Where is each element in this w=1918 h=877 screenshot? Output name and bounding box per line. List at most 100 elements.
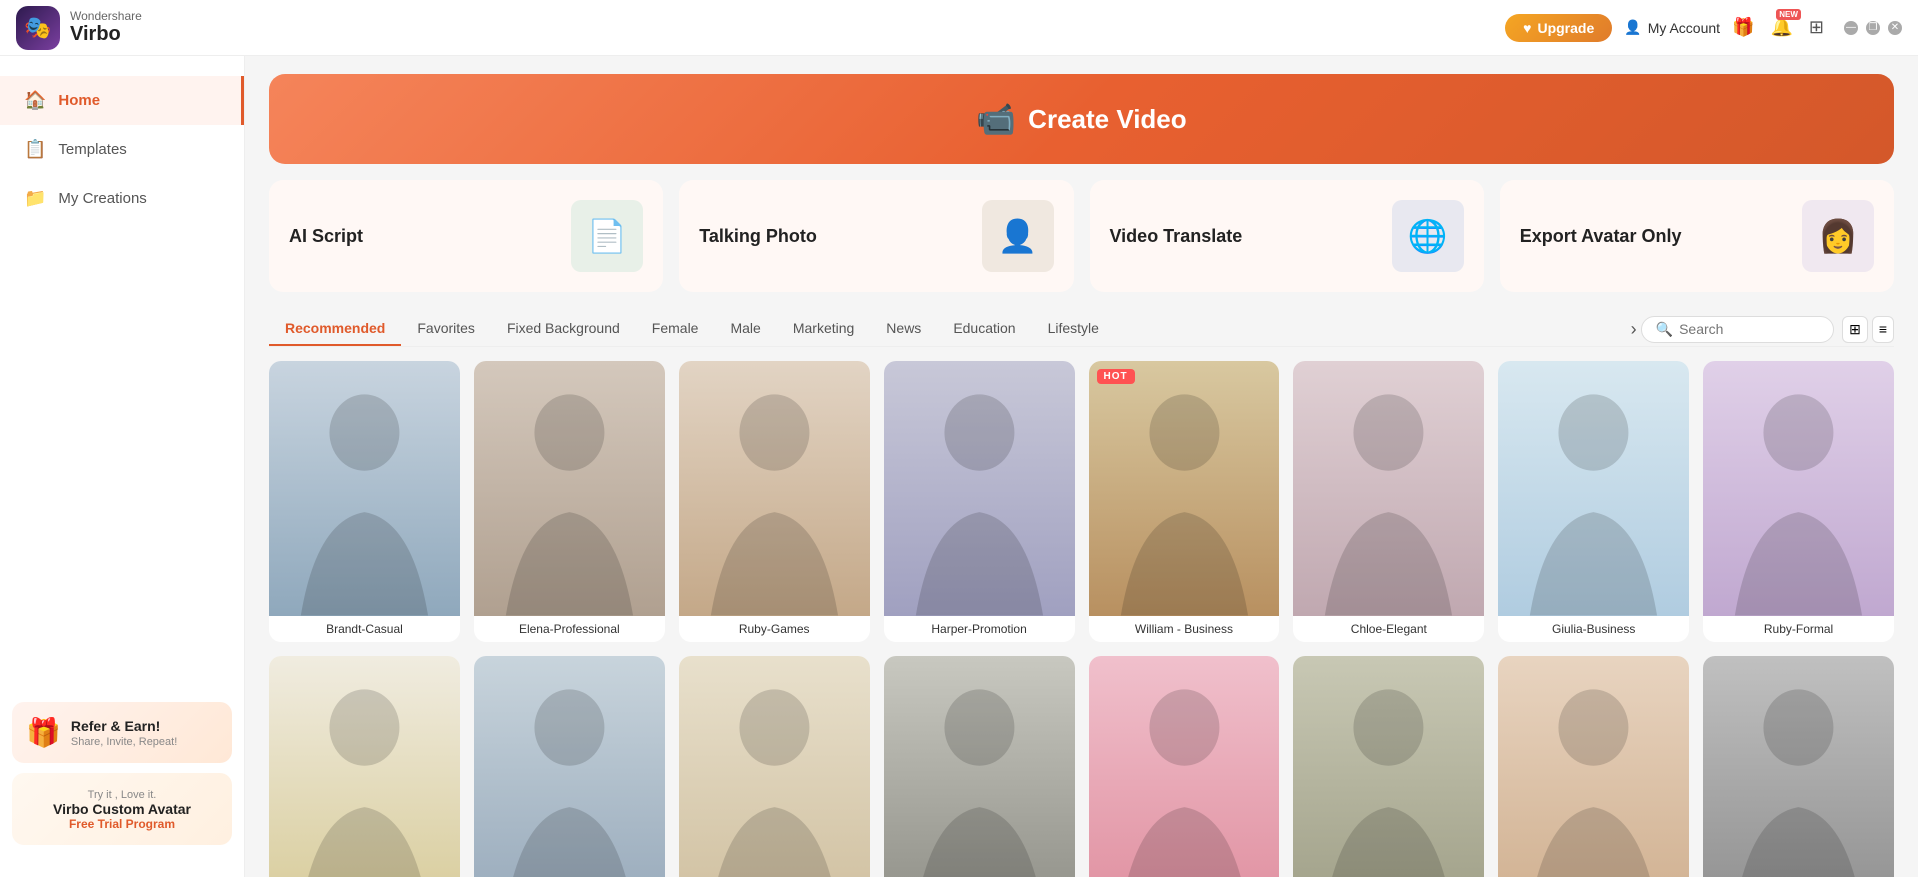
creations-icon: 📁 <box>24 188 46 209</box>
tab-fixed-background[interactable]: Fixed Background <box>491 312 636 346</box>
search-icon: 🔍 <box>1656 321 1673 338</box>
trial-line3: Free Trial Program <box>26 817 218 831</box>
video-translate-card[interactable]: Video Translate 🌐 <box>1090 180 1484 292</box>
tabs-chevron-right[interactable]: › <box>1627 315 1641 344</box>
window-controls: — ❐ ✕ <box>1844 21 1902 35</box>
avatar-section: Recommended Favorites Fixed Background F… <box>269 312 1894 877</box>
avatar-img-giulia <box>1498 361 1689 616</box>
create-video-button[interactable]: 📹 Create Video <box>976 100 1186 138</box>
create-video-banner[interactable]: 📹 Create Video <box>269 74 1894 164</box>
close-button[interactable]: ✕ <box>1888 21 1902 35</box>
export-avatar-card[interactable]: Export Avatar Only 👩 <box>1500 180 1894 292</box>
export-avatar-label: Export Avatar Only <box>1520 226 1682 247</box>
tab-lifestyle[interactable]: Lifestyle <box>1032 312 1115 346</box>
avatar-name-ruby: Ruby-Games <box>679 616 870 642</box>
grid-view-button[interactable]: ⊞ <box>1842 316 1868 343</box>
tab-education[interactable]: Education <box>937 312 1031 346</box>
app-logo: 🎭 <box>16 6 60 50</box>
grid-icon[interactable]: ⊞ <box>1809 17 1824 38</box>
company-name: Wondershare <box>70 10 142 23</box>
avatar-card-william[interactable]: HOT William - Business <box>1089 361 1280 642</box>
avatar-img-john <box>884 656 1075 877</box>
sidebar: 🏠 Home 📋 Templates 📁 My Creations 🎁 Refe… <box>0 56 245 877</box>
sidebar-item-creations-label: My Creations <box>58 190 146 207</box>
avatar-img-gabriel <box>474 656 665 877</box>
avatar-card-arjun[interactable]: Arjun - Araber <box>269 656 460 877</box>
avatar-figure-contee <box>1293 656 1484 877</box>
tab-marketing[interactable]: Marketing <box>777 312 870 346</box>
list-view-button[interactable]: ≡ <box>1872 316 1894 343</box>
title-bar-right: ♥ Upgrade 👤 My Account 🎁 🔔 NEW ⊞ — ❐ ✕ <box>1505 14 1902 42</box>
avatar-card-contee[interactable]: Contee-Leisure <box>1293 656 1484 877</box>
avatar-card-giulia[interactable]: Giulia-Business <box>1498 361 1689 642</box>
video-translate-label: Video Translate <box>1110 226 1243 247</box>
filter-tabs: Recommended Favorites Fixed Background F… <box>269 312 1894 347</box>
avatar-name-ruby2: Ruby-Formal <box>1703 616 1894 642</box>
avatar-img-noppon <box>1703 656 1894 877</box>
my-account-button[interactable]: 👤 My Account <box>1624 19 1720 36</box>
gift-card-icon: 🎁 <box>26 716 61 749</box>
avatar-figure-amara <box>1498 656 1689 877</box>
ai-script-label: AI Script <box>289 226 363 247</box>
avatar-card-ruby[interactable]: Ruby-Games <box>679 361 870 642</box>
avatar-figure-chloe <box>1293 361 1484 616</box>
talking-photo-card[interactable]: Talking Photo 👤 <box>679 180 1073 292</box>
avatar-card-chloe[interactable]: Chloe-Elegant <box>1293 361 1484 642</box>
my-account-label: My Account <box>1648 20 1720 36</box>
tab-recommended[interactable]: Recommended <box>269 312 401 346</box>
main-layout: 🏠 Home 📋 Templates 📁 My Creations 🎁 Refe… <box>0 56 1918 877</box>
maximize-button[interactable]: ❐ <box>1866 21 1880 35</box>
avatar-img-mina <box>679 656 870 877</box>
avatar-figure-mina <box>679 656 870 877</box>
tab-news[interactable]: News <box>870 312 937 346</box>
product-name: Virbo <box>70 23 142 45</box>
sidebar-item-home[interactable]: 🏠 Home <box>0 76 244 125</box>
refer-earn-card[interactable]: 🎁 Refer & Earn! Share, Invite, Repeat! <box>12 702 232 763</box>
export-avatar-img: 👩 <box>1802 200 1874 272</box>
avatar-name-chloe: Chloe-Elegant <box>1293 616 1484 642</box>
avatar-card-brandt[interactable]: Brandt-Casual <box>269 361 460 642</box>
trial-card[interactable]: Try it , Love it. Virbo Custom Avatar Fr… <box>12 773 232 845</box>
gift-icon[interactable]: 🎁 <box>1732 17 1754 38</box>
avatar-card-ruby2[interactable]: Ruby-Formal <box>1703 361 1894 642</box>
avatar-figure-john <box>884 656 1075 877</box>
avatar-figure-brandt <box>269 361 460 616</box>
tab-male[interactable]: Male <box>714 312 776 346</box>
avatar-card-harper[interactable]: Harper-Promotion <box>884 361 1075 642</box>
grid-toggle-buttons: ⊞ ≡ <box>1842 316 1894 343</box>
avatar-name-brandt: Brandt-Casual <box>269 616 460 642</box>
avatar-card-amara[interactable]: Amara - Traditional <box>1498 656 1689 877</box>
ai-script-card[interactable]: AI Script 📄 <box>269 180 663 292</box>
app-logo-area: 🎭 Wondershare Virbo <box>16 6 142 50</box>
tab-favorites[interactable]: Favorites <box>401 312 491 346</box>
avatar-card-john[interactable]: John-Marketer <box>884 656 1075 877</box>
upgrade-button[interactable]: ♥ Upgrade <box>1505 14 1612 42</box>
create-video-label: Create Video <box>1028 104 1186 135</box>
avatar-img-chloe <box>1293 361 1484 616</box>
notification-icon[interactable]: 🔔 NEW <box>1770 17 1792 38</box>
avatar-img-william: HOT <box>1089 361 1280 616</box>
feature-cards: AI Script 📄 Talking Photo 👤 Video Transl… <box>269 180 1894 292</box>
avatar-img-arjun <box>269 656 460 877</box>
avatar-img-contee <box>1293 656 1484 877</box>
sidebar-item-templates-label: Templates <box>58 141 126 158</box>
upgrade-label: Upgrade <box>1537 20 1594 36</box>
avatar-card-mina[interactable]: Mina - Hanfu <box>679 656 870 877</box>
avatar-card-harperna[interactable]: Harper - News Anchor <box>1089 656 1280 877</box>
ai-script-img: 📄 <box>571 200 643 272</box>
search-box: 🔍 <box>1641 316 1834 343</box>
minimize-button[interactable]: — <box>1844 21 1858 35</box>
sidebar-item-templates[interactable]: 📋 Templates <box>0 125 244 174</box>
avatar-figure-william <box>1089 361 1280 616</box>
talking-photo-img: 👤 <box>982 200 1054 272</box>
avatar-card-gabriel[interactable]: Gabriel-Business <box>474 656 665 877</box>
search-input[interactable] <box>1679 321 1819 337</box>
avatar-card-elena[interactable]: Elena-Professional <box>474 361 665 642</box>
avatar-name-elena: Elena-Professional <box>474 616 665 642</box>
new-badge: NEW <box>1776 9 1801 20</box>
avatar-img-harper <box>884 361 1075 616</box>
avatar-figure-harper <box>884 361 1075 616</box>
sidebar-item-my-creations[interactable]: 📁 My Creations <box>0 174 244 223</box>
avatar-card-noppon[interactable]: Noppon - Fitness <box>1703 656 1894 877</box>
tab-female[interactable]: Female <box>636 312 715 346</box>
